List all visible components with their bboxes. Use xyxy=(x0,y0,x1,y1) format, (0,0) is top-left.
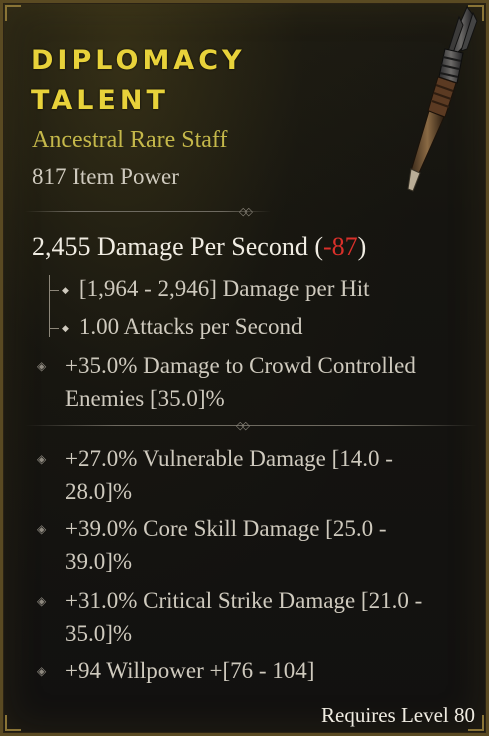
affix-line-2: 39.0]% xyxy=(65,549,133,574)
attacks-per-second: 1.00 Attacks per Second xyxy=(78,314,303,339)
affix-bullet-icon: ◈ xyxy=(37,664,47,678)
affix-bullet-icon: ◈ xyxy=(37,359,47,373)
implicit-affix-line-2: Enemies [35.0]% xyxy=(65,386,225,411)
affix: +94 Willpower +[76 - 104] xyxy=(65,654,475,687)
item-name: DIPLOMACY TALENT xyxy=(31,41,361,121)
frame-corner xyxy=(5,5,21,21)
frame-corner xyxy=(5,715,21,731)
level-requirement: Requires Level 80 xyxy=(321,703,475,727)
damage-per-hit: [1,964 - 2,946] Damage per Hit xyxy=(78,276,370,301)
dps-close-paren: ) xyxy=(357,232,367,261)
attacks-per-second-row: ◆ 1.00 Attacks per Second xyxy=(49,314,303,340)
section-divider: ◇◇ xyxy=(25,420,477,432)
affix-line-1: +27.0% Vulnerable Damage [14.0 - xyxy=(65,446,393,471)
item-power: 817 Item Power xyxy=(32,164,179,189)
damage-per-second: 2,455 Damage Per Second (-87) xyxy=(32,232,366,262)
affix-bullet-icon: ◈ xyxy=(37,522,47,536)
item-name-line-2: TALENT xyxy=(31,85,169,116)
affix: +39.0% Core Skill Damage [25.0 - 39.0]% xyxy=(65,512,475,578)
damage-per-hit-row: ◆ [1,964 - 2,946] Damage per Hit xyxy=(49,276,370,302)
item-tooltip: DIPLOMACY TALENT Ancestral Rare Staff 81… xyxy=(0,0,489,736)
affix: +27.0% Vulnerable Damage [14.0 - 28.0]% xyxy=(65,442,475,508)
implicit-affix-line-1: +35.0% Damage to Crowd Controlled xyxy=(65,353,416,378)
affix: +31.0% Critical Strike Damage [21.0 - 35… xyxy=(65,584,475,650)
item-type: Ancestral Rare Staff xyxy=(32,127,228,153)
affix-line-2: 28.0]% xyxy=(65,479,133,504)
implicit-affix: +35.0% Damage to Crowd Controlled Enemie… xyxy=(65,349,475,415)
staff-icon xyxy=(407,6,478,192)
dps-open-paren: ( xyxy=(314,232,323,261)
affix-line-1: +31.0% Critical Strike Damage [21.0 - xyxy=(65,588,423,613)
item-name-line-1: DIPLOMACY xyxy=(31,45,246,76)
affix-line-1: +94 Willpower +[76 - 104] xyxy=(65,658,315,683)
dps-value: 2,455 Damage Per Second xyxy=(32,232,308,261)
dps-comparison-diff: -87 xyxy=(323,232,358,261)
affix-bullet-icon: ◈ xyxy=(37,594,47,608)
affix-line-1: +39.0% Core Skill Damage [25.0 - xyxy=(65,516,387,541)
affix-line-2: 35.0]% xyxy=(65,621,133,646)
affix-bullet-icon: ◈ xyxy=(37,452,47,466)
section-divider: ◇◇ xyxy=(25,206,271,218)
